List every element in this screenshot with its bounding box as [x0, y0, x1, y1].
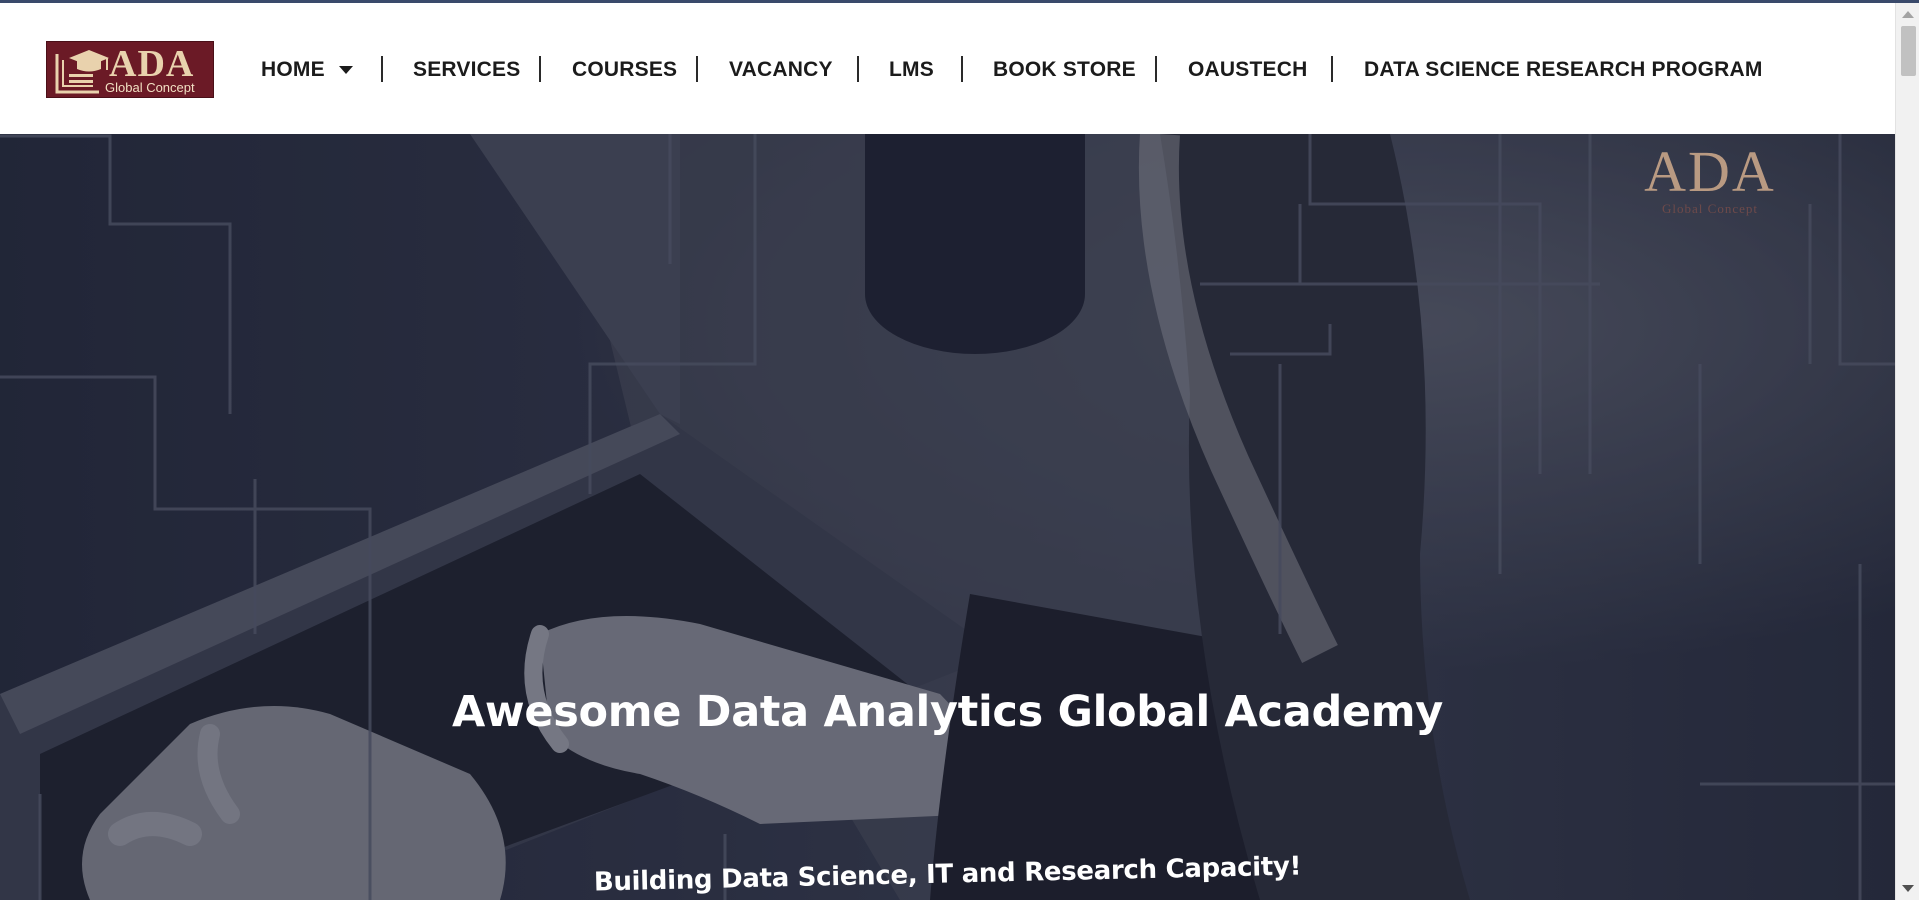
hero-watermark-text: ADA	[1644, 139, 1776, 204]
nav-separator	[539, 56, 541, 82]
hero-background-image	[0, 134, 1895, 900]
main-nav: HOME SERVICES COURSES VACANCY LMS BOOK S…	[0, 3, 1895, 134]
nav-oaustech[interactable]: OAUSTECH	[1188, 58, 1307, 82]
scroll-down-arrow-icon[interactable]	[1902, 885, 1914, 892]
nav-vacancy[interactable]: VACANCY	[729, 58, 833, 82]
hero-watermark-subtext: Global Concept	[1662, 201, 1758, 216]
nav-book-store[interactable]: BOOK STORE	[993, 58, 1136, 82]
nav-separator	[1155, 56, 1157, 82]
hero-watermark-logo: ADA Global Concept	[1630, 139, 1790, 216]
nav-separator	[1331, 56, 1333, 82]
hero-title: Awesome Data Analytics Global Academy	[451, 687, 1444, 737]
nav-separator	[696, 56, 698, 82]
nav-home[interactable]: HOME	[261, 58, 325, 82]
nav-separator	[961, 56, 963, 82]
nav-separator	[381, 56, 383, 82]
page-scrollbar[interactable]	[1895, 3, 1919, 900]
nav-services[interactable]: SERVICES	[413, 58, 520, 82]
nav-data-science-research-program[interactable]: DATA SCIENCE RESEARCH PROGRAM	[1364, 58, 1763, 82]
site-header: ADA Global Concept HOME SERVICES COURSES…	[0, 3, 1895, 134]
caret-down-icon[interactable]	[339, 66, 353, 74]
nav-lms[interactable]: LMS	[889, 58, 934, 82]
hero-banner: ADA Global Concept Awesome Data Analytic…	[0, 134, 1895, 900]
scrollbar-thumb[interactable]	[1901, 26, 1916, 76]
scroll-up-arrow-icon[interactable]	[1902, 11, 1914, 18]
nav-separator	[857, 56, 859, 82]
nav-courses[interactable]: COURSES	[572, 58, 677, 82]
